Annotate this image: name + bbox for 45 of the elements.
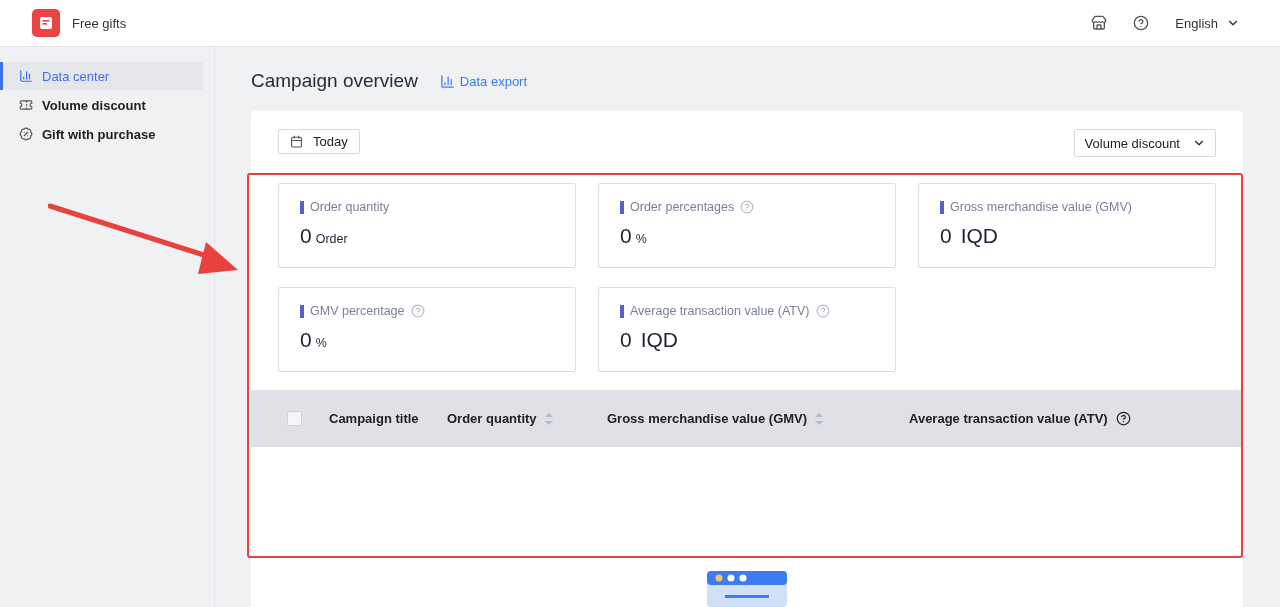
- accent-bar: [620, 304, 624, 318]
- stat-label: GMV percentage: [310, 304, 405, 318]
- stat-value: 0: [300, 224, 312, 248]
- page-title: Campaign overview: [251, 70, 418, 92]
- calendar-icon: [290, 135, 303, 148]
- data-export-link[interactable]: Data export: [439, 73, 528, 89]
- stat-unit: %: [315, 336, 327, 350]
- app-name: Free gifts: [72, 15, 127, 31]
- column-header[interactable]: Gross merchandise value (GMV): [607, 411, 824, 426]
- sidebar-item[interactable]: Volume discount: [0, 91, 203, 119]
- bar-chart-icon: [19, 69, 33, 83]
- ticket-icon: [19, 98, 33, 112]
- stat-unit: %: [635, 232, 647, 246]
- stat-value: 0: [620, 328, 632, 352]
- column-header[interactable]: Campaign title: [329, 411, 419, 426]
- accent-bar: [300, 304, 304, 318]
- help-icon[interactable]: [1115, 411, 1131, 426]
- stat-label: Order quantity: [310, 200, 390, 214]
- stat-label: Order percentages: [630, 200, 735, 214]
- app-logo-icon: [32, 9, 60, 37]
- stat-unit: IQD: [640, 328, 679, 352]
- accent-bar: [620, 200, 624, 214]
- column-header[interactable]: Average transaction value (ATV): [909, 411, 1131, 426]
- stat-label: Average transaction value (ATV): [630, 304, 810, 318]
- sidebar-item[interactable]: Data center: [0, 62, 203, 90]
- percent-badge-icon: [19, 127, 33, 141]
- stat-unit: Order: [315, 232, 348, 246]
- accent-bar: [300, 200, 304, 214]
- sort-icon[interactable]: [815, 412, 824, 425]
- accent-bar: [940, 200, 944, 214]
- store-icon[interactable]: [1091, 15, 1108, 31]
- bar-chart-icon: [439, 73, 455, 89]
- select-all-checkbox[interactable]: [287, 411, 302, 426]
- stat-value: 0: [300, 328, 312, 352]
- campaign-type-select[interactable]: Volume discount: [1073, 129, 1216, 157]
- sort-icon[interactable]: [544, 412, 553, 425]
- help-icon[interactable]: [1133, 15, 1150, 31]
- stat-value: 0: [940, 224, 952, 248]
- stat-label: Gross merchandise value (GMV): [950, 200, 1132, 214]
- stat-value: 0: [620, 224, 632, 248]
- column-header[interactable]: Order quantity: [447, 411, 553, 426]
- date-picker-button[interactable]: Today: [278, 129, 360, 154]
- language-select[interactable]: English: [1175, 15, 1240, 31]
- stat-unit: IQD: [960, 224, 999, 248]
- sidebar-item[interactable]: Gift with purchase: [0, 120, 203, 148]
